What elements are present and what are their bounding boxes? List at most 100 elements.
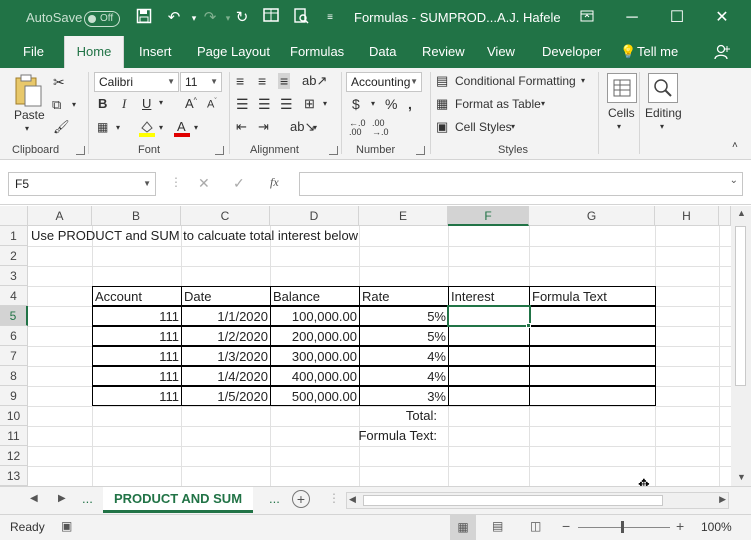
row-header[interactable]: 12 [0, 446, 28, 466]
zoom-level[interactable]: 100% [701, 520, 732, 534]
tab-insert[interactable]: Insert [139, 36, 172, 68]
conditional-formatting-button[interactable]: Conditional Formatting [455, 74, 576, 88]
table-header-rate[interactable]: Rate [359, 286, 449, 306]
table-cell[interactable]: 5% [359, 306, 449, 326]
save-icon[interactable] [134, 8, 154, 28]
chevron-down-icon[interactable]: ▼ [143, 173, 151, 195]
row-header[interactable]: 13 [0, 466, 28, 486]
table-cell[interactable] [448, 326, 530, 346]
tab-formulas[interactable]: Formulas [290, 36, 344, 68]
font-family-select[interactable]: Calibri ▼ [94, 72, 179, 92]
copy-dropdown-icon[interactable]: ▾ [72, 100, 76, 109]
text-direction-icon[interactable]: ab↘ [290, 119, 315, 135]
number-format-select[interactable]: Accounting ▼ [346, 72, 422, 92]
formula-bar-dots-icon[interactable]: ⋮ [170, 175, 182, 189]
borders-icon[interactable]: ▦ [97, 120, 108, 134]
redo-icon[interactable]: ↷ [200, 8, 220, 28]
cells-button[interactable]: Cells [608, 106, 635, 120]
font-color-icon[interactable]: A [174, 119, 190, 140]
orientation-icon[interactable]: ab↗ [302, 73, 327, 89]
paste-icon[interactable] [13, 74, 43, 107]
table-cell[interactable]: 400,000.00 [270, 366, 360, 386]
table-cell[interactable]: 1/2/2020 [181, 326, 271, 346]
table-cell[interactable]: 111 [92, 386, 182, 406]
add-sheet-icon[interactable]: + [292, 490, 310, 508]
sheet-tab-product-and-sum[interactable]: PRODUCT AND SUM [103, 487, 253, 513]
decrease-decimal-icon[interactable]: .00 →.0 [372, 119, 389, 137]
table-cell[interactable]: 5% [359, 326, 449, 346]
tab-file[interactable]: File [23, 36, 44, 68]
row-header[interactable]: 3 [0, 266, 28, 286]
underline-icon[interactable]: U [142, 96, 151, 111]
scroll-thumb[interactable] [363, 495, 663, 506]
page-layout-view-icon[interactable]: ▤ [492, 519, 503, 533]
row-header[interactable]: 8 [0, 366, 28, 386]
table-header-formula-text[interactable]: Formula Text [529, 286, 656, 306]
format-as-table-icon[interactable]: ▦ [436, 96, 448, 112]
table-cell[interactable]: 100,000.00 [270, 306, 360, 326]
macro-recording-icon[interactable]: ▣ [61, 519, 72, 533]
comma-icon[interactable]: , [408, 96, 412, 112]
zoom-slider-thumb[interactable] [621, 521, 624, 533]
table-cell[interactable] [448, 346, 530, 366]
select-all-corner[interactable] [0, 206, 28, 226]
scroll-up-icon[interactable]: ▲ [737, 208, 746, 218]
row-header[interactable]: 4 [0, 286, 28, 306]
scroll-down-icon[interactable]: ▼ [737, 472, 746, 482]
cell-a1[interactable]: Use PRODUCT and SUM to calcuate total in… [29, 226, 360, 246]
autosave-toggle[interactable]: Off [84, 11, 120, 27]
horizontal-scrollbar[interactable]: ◀ ▶ [346, 492, 729, 509]
font-launcher-icon[interactable] [215, 146, 224, 155]
fill-color-dropdown-icon[interactable]: ▾ [159, 123, 163, 132]
column-header-b[interactable]: B [92, 206, 181, 226]
name-box[interactable]: F5 ▼ [8, 172, 156, 196]
scroll-tabs-right-icon[interactable]: ▶ [58, 493, 66, 504]
borders-dropdown-icon[interactable]: ▾ [116, 123, 120, 132]
row-header[interactable]: 2 [0, 246, 28, 266]
maximize-icon[interactable]: ☐ [665, 6, 689, 30]
minimize-icon[interactable]: ─ [620, 6, 644, 30]
text-direction-dropdown-icon[interactable]: ▾ [313, 123, 317, 132]
column-header-a[interactable]: A [28, 206, 92, 226]
top-align-icon[interactable]: ≡ [236, 73, 244, 89]
insert-function-icon[interactable]: fx [270, 175, 279, 190]
align-right-icon[interactable]: ☰ [280, 96, 293, 113]
expand-formula-icon[interactable]: ⌄ [730, 175, 738, 186]
refresh-icon[interactable]: ↻ [232, 8, 252, 28]
increase-font-icon[interactable]: A^ [185, 96, 197, 111]
table-header-interest[interactable]: Interest [448, 286, 530, 306]
scroll-thumb[interactable] [735, 226, 746, 386]
table-cell[interactable] [529, 386, 656, 406]
cell-styles-icon[interactable]: ▣ [436, 119, 448, 135]
splitter-dots-icon[interactable]: ⋮ [328, 491, 340, 505]
table-cell[interactable]: 111 [92, 346, 182, 366]
table-cell[interactable]: 1/3/2020 [181, 346, 271, 366]
font-color-dropdown-icon[interactable]: ▾ [194, 123, 198, 132]
normal-view-icon[interactable]: ▦ [450, 515, 476, 540]
increase-decimal-icon[interactable]: ←.0.00 [349, 119, 366, 137]
table-header-date[interactable]: Date [181, 286, 271, 306]
total-label[interactable]: Total: [359, 406, 439, 426]
fill-handle[interactable] [526, 323, 531, 328]
ribbon-display-icon[interactable] [575, 6, 599, 30]
merge-center-icon[interactable]: ⊞ [304, 96, 315, 112]
percent-icon[interactable]: % [385, 96, 397, 112]
print-preview-icon[interactable] [291, 8, 311, 28]
row-header[interactable]: 6 [0, 326, 28, 346]
tab-home[interactable]: Home [64, 36, 124, 68]
confirm-entry-icon[interactable]: ✓ [233, 175, 245, 192]
table-cell[interactable]: 4% [359, 346, 449, 366]
underline-dropdown-icon[interactable]: ▾ [159, 98, 163, 107]
column-header-e[interactable]: E [359, 206, 448, 226]
table-cell[interactable]: 111 [92, 366, 182, 386]
cell-styles-dropdown-icon[interactable]: ▾ [511, 122, 515, 131]
editing-search-icon[interactable] [648, 73, 678, 103]
format-as-table-dropdown-icon[interactable]: ▾ [541, 99, 545, 108]
zoom-out-icon[interactable]: − [562, 518, 570, 534]
merge-dropdown-icon[interactable]: ▾ [323, 99, 327, 108]
tab-review[interactable]: Review [422, 36, 465, 68]
currency-icon[interactable]: $ [352, 96, 360, 112]
more-sheets-left[interactable]: ... [82, 491, 93, 506]
table-cell[interactable]: 111 [92, 306, 182, 326]
bottom-align-icon[interactable]: ≡ [278, 73, 291, 89]
